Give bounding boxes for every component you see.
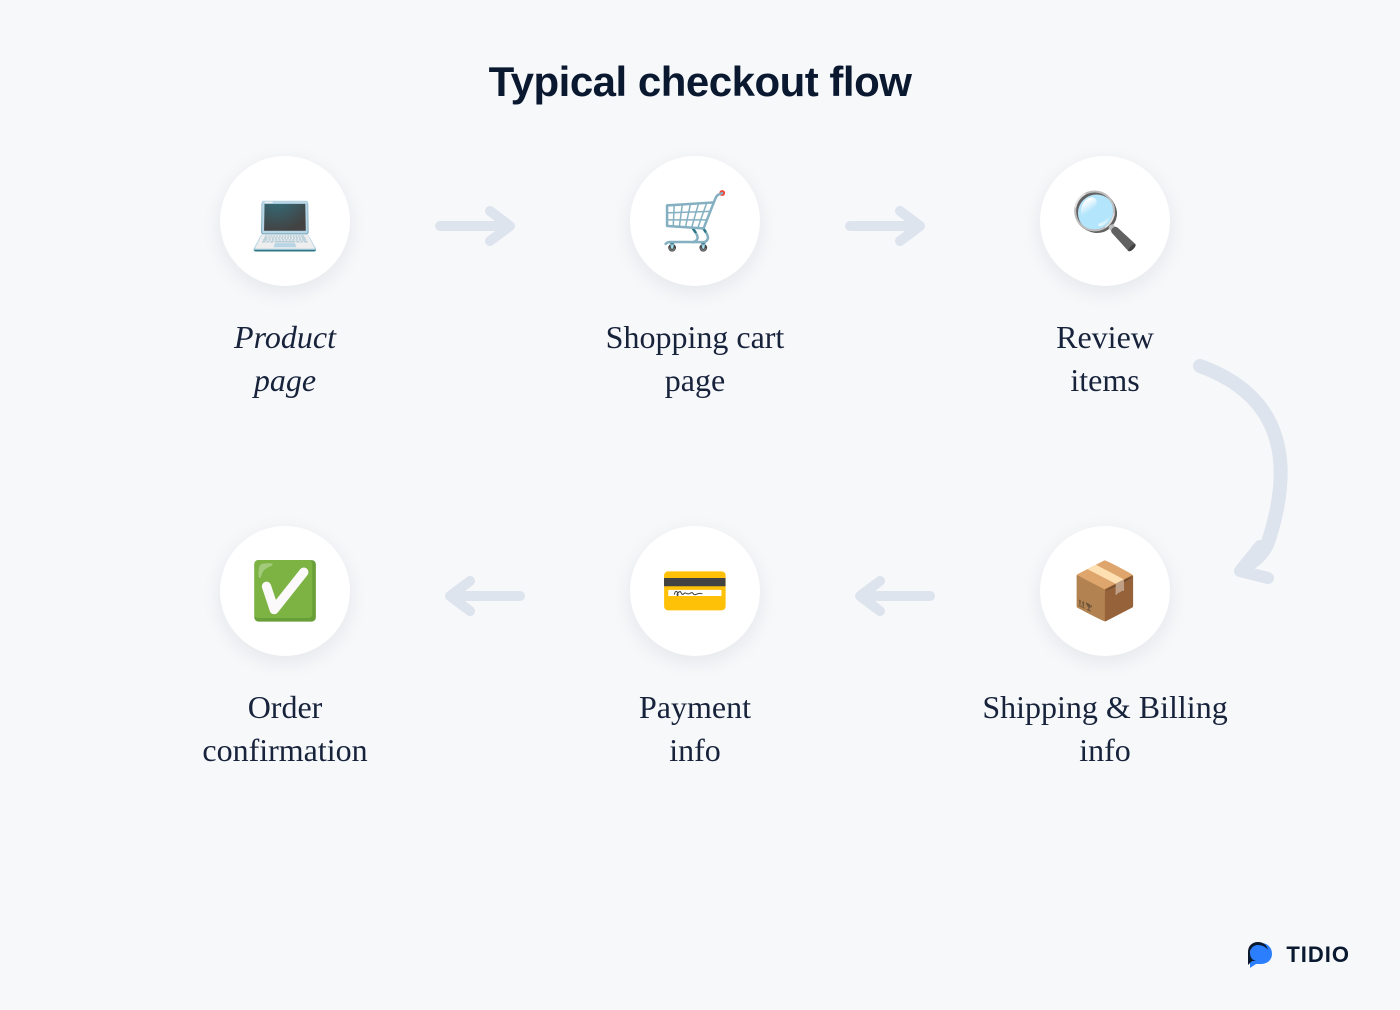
arrow-left-icon: [810, 566, 970, 626]
magnifying-glass-icon: 🔍: [1040, 156, 1170, 286]
step-order-confirmation: ✅ Orderconfirmation: [155, 526, 415, 772]
step-label: Paymentinfo: [639, 686, 751, 772]
step-shipping-billing: 📦 Shipping & Billinginfo: [975, 526, 1235, 772]
laptop-icon: 💻: [220, 156, 350, 286]
brand-name: TIDIO: [1286, 942, 1350, 968]
shopping-cart-icon: 🛒: [630, 156, 760, 286]
credit-card-icon: 💳: [630, 526, 760, 656]
diagram-title: Typical checkout flow: [0, 0, 1400, 156]
flow-container: 💻 Productpage 🛒 Shopping cartpage 🔍 Revi…: [0, 156, 1400, 916]
step-label: Shopping cartpage: [606, 316, 785, 402]
arrow-left-icon: [400, 566, 560, 626]
brand-logo-container: TIDIO: [1246, 940, 1350, 970]
step-label: Shipping & Billinginfo: [982, 686, 1227, 772]
tidio-logo-icon: [1246, 940, 1276, 970]
step-shopping-cart: 🛒 Shopping cartpage: [565, 156, 825, 402]
step-product-page: 💻 Productpage: [155, 156, 415, 402]
step-label: Productpage: [234, 316, 336, 402]
arrow-right-icon: [810, 196, 970, 256]
step-payment-info: 💳 Paymentinfo: [565, 526, 825, 772]
checkmark-icon: ✅: [220, 526, 350, 656]
step-label: Orderconfirmation: [202, 686, 367, 772]
package-icon: 📦: [1040, 526, 1170, 656]
arrow-right-icon: [400, 196, 560, 256]
